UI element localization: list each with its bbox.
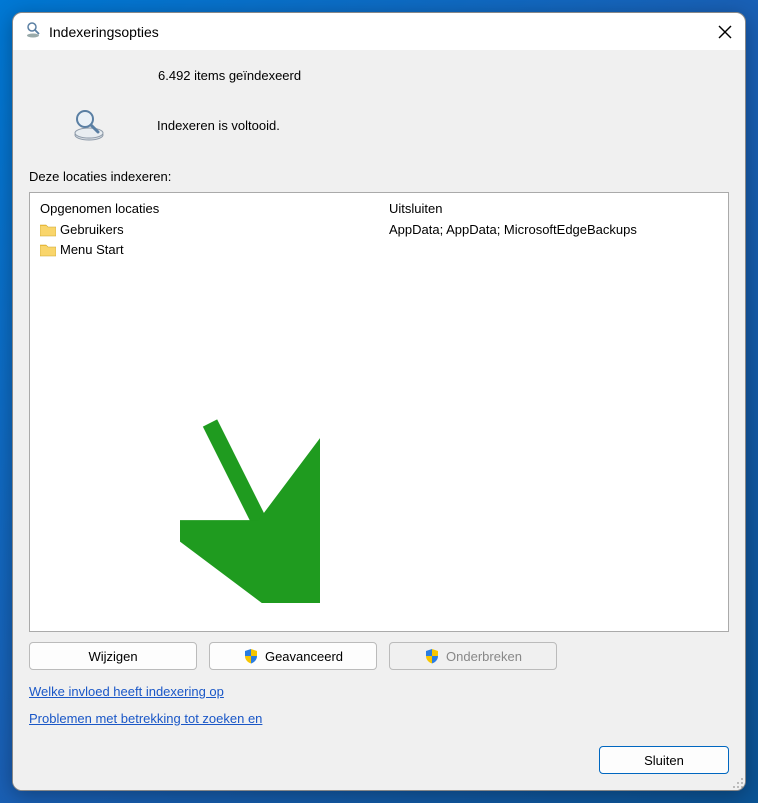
list-item-label: Gebruikers [60,220,124,240]
search-drive-icon [71,107,107,143]
included-column: Opgenomen locaties Gebruikers Menu Start [30,193,379,631]
excluded-header: Uitsluiten [389,201,718,216]
folder-icon [40,243,56,257]
button-label: Geavanceerd [265,649,343,664]
list-item[interactable]: Gebruikers [40,220,369,240]
included-header: Opgenomen locaties [40,201,369,216]
status-area: 6.492 items geïndexeerd Indexeren is vol… [29,50,729,169]
dialog-footer: Sluiten [29,746,729,774]
dialog-title: Indexeringsopties [49,24,717,40]
advanced-button[interactable]: Geavanceerd [209,642,377,670]
button-label: Wijzigen [88,649,137,664]
folder-icon [40,223,56,237]
indexing-effect-link[interactable]: Welke invloed heeft indexering op [29,684,729,699]
resize-grip-icon[interactable] [730,775,744,789]
uac-shield-icon [424,648,440,664]
indexed-count: 6.492 items geïndexeerd [158,68,725,83]
indexing-options-dialog: Indexeringsopties 6.492 items geïndexeer… [12,12,746,791]
locations-label: Deze locaties indexeren: [29,169,729,184]
indexing-app-icon [25,21,43,42]
close-icon[interactable] [717,24,733,40]
dialog-content: 6.492 items geïndexeerd Indexeren is vol… [13,50,745,790]
modify-button[interactable]: Wijzigen [29,642,197,670]
titlebar: Indexeringsopties [13,13,745,50]
excluded-column: Uitsluiten AppData; AppData; MicrosoftEd… [379,193,728,631]
status-row: Indexeren is voltooid. [33,107,725,143]
action-buttons: Wijzigen Geavanceerd [29,642,729,670]
troubleshoot-link[interactable]: Problemen met betrekking tot zoeken en [29,711,729,726]
uac-shield-icon [243,648,259,664]
list-item-label: Menu Start [60,240,124,260]
button-label: Onderbreken [446,649,522,664]
button-label: Sluiten [644,753,684,768]
indexing-status-text: Indexeren is voltooid. [157,118,280,133]
list-item[interactable]: Menu Start [40,240,369,260]
exclude-text: AppData; AppData; MicrosoftEdgeBackups [389,220,637,240]
list-item-exclude: AppData; AppData; MicrosoftEdgeBackups [389,220,718,240]
locations-listbox[interactable]: Opgenomen locaties Gebruikers Menu Start… [29,192,729,632]
help-links: Welke invloed heeft indexering op Proble… [29,684,729,738]
close-button[interactable]: Sluiten [599,746,729,774]
pause-button: Onderbreken [389,642,557,670]
